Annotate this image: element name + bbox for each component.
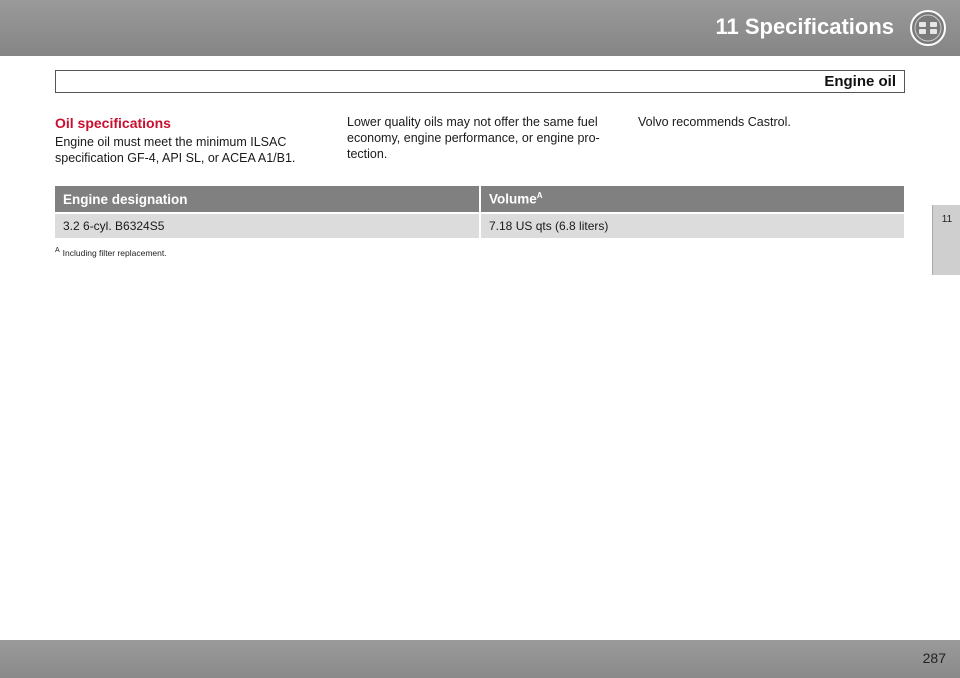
header-bar: 11 Specifications — [0, 0, 960, 56]
engine-designation-header: Engine designation — [55, 186, 481, 213]
table-row: 3.2 6-cyl. B6324S5 7.18 US qts (6.8 lite… — [55, 212, 904, 238]
engine-cell: 3.2 6-cyl. B6324S5 — [55, 212, 481, 238]
oil-spec-text: Engine oil must meet the minimum ILSAC s… — [55, 135, 296, 165]
side-tab-label: 11 — [941, 214, 953, 225]
footnote-marker: A — [55, 247, 60, 254]
section-title: Engine oil — [824, 73, 896, 90]
volume-header: VolumeA — [480, 186, 904, 213]
column-1: Oil specifications Engine oil must meet … — [55, 114, 315, 166]
volume-footnote-marker: A — [536, 191, 543, 201]
specifications-icon — [910, 10, 946, 46]
engine-designation-label: Engine designation — [63, 191, 188, 207]
castrol-text: Volvo recommends Castrol. — [638, 115, 791, 129]
oil-specifications-heading: Oil specifications — [55, 115, 171, 131]
footnote-text: Including filter replacement. — [62, 247, 167, 258]
footer-bar: 287 — [0, 640, 960, 678]
chapter-title: 11 Specifications — [715, 14, 894, 39]
table-header-row: Engine designation VolumeA — [55, 186, 904, 213]
page-number: 287 — [922, 650, 946, 666]
footnote: A Including filter replacement. — [55, 247, 167, 258]
oil-quality-text: Lower quality oils may not offer the sam… — [347, 115, 600, 161]
engine-oil-table: Engine designation VolumeA 3.2 6-cyl. B6… — [55, 186, 904, 238]
section-title-box: Engine oil — [55, 70, 905, 93]
volume-cell: 7.18 US qts (6.8 liters) — [480, 212, 904, 238]
volume-label: Volume — [489, 191, 537, 207]
column-2: Lower quality oils may not offer the sam… — [347, 114, 617, 162]
column-3: Volvo recommends Castrol. — [638, 114, 898, 130]
chapter-side-tab[interactable]: 11 — [932, 205, 960, 275]
